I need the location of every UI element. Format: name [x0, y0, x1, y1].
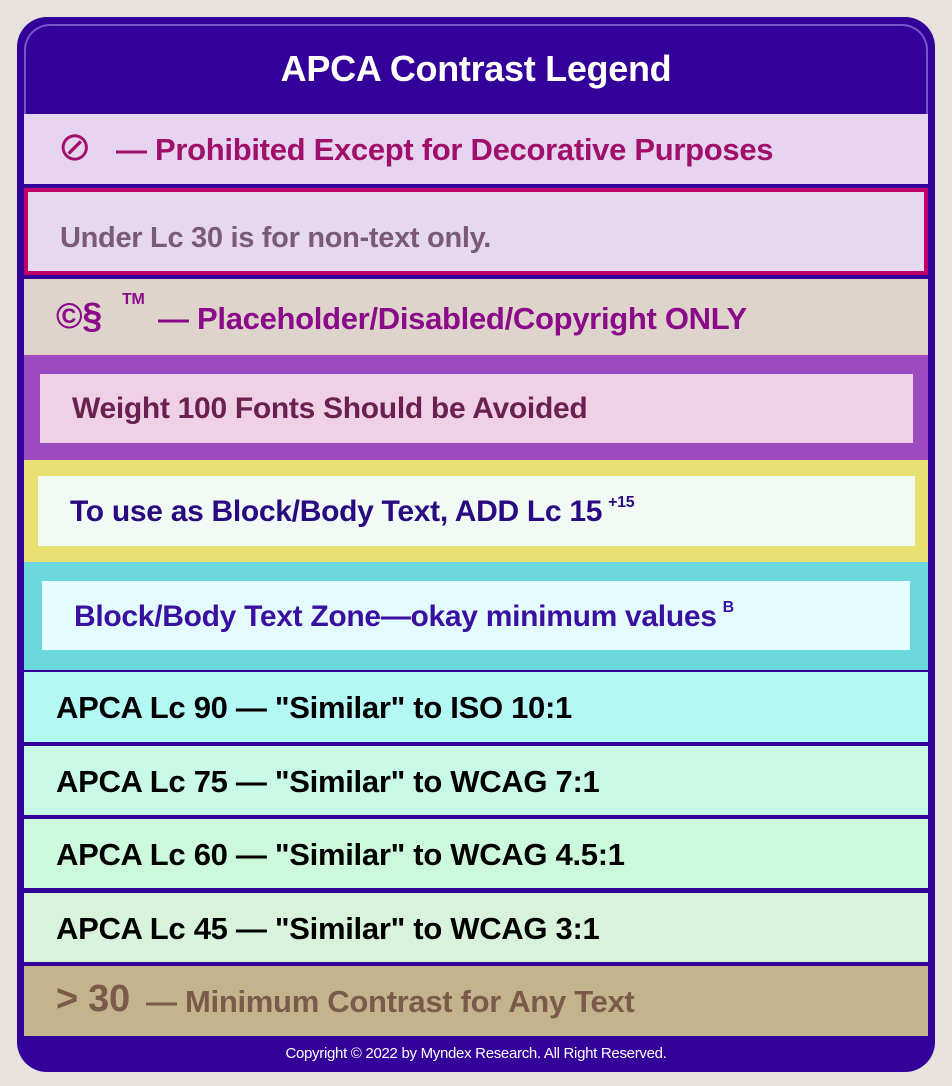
lc-45-text: APCA Lc 45 — "Similar" to WCAG 3:1 — [56, 911, 600, 946]
lc-60-text: APCA Lc 60 — "Similar" to WCAG 4.5:1 — [56, 837, 625, 872]
prohibited-text: — Prohibited Except for Decorative Purpo… — [116, 132, 774, 167]
min-30-text: — Minimum Contrast for Any Text — [146, 984, 635, 1019]
row-weight-100: Weight 100 Fonts Should be Avoided — [24, 355, 928, 460]
weight-100-text: Weight 100 Fonts Should be Avoided — [72, 392, 588, 425]
add-15-box: To use as Block/Body Text, ADD Lc 15 +15 — [38, 476, 915, 546]
lc-90-text: APCA Lc 90 — "Similar" to ISO 10:1 — [56, 690, 572, 725]
prohibited-icon: ⊘ — [58, 125, 92, 169]
weight-100-box: Weight 100 Fonts Should be Avoided — [40, 374, 913, 443]
placeholder-text: — Placeholder/Disabled/Copyright ONLY — [158, 301, 747, 336]
copyright-footer: Copyright © 2022 by Myndex Research. All… — [285, 1045, 667, 1062]
min-30-value: > 30 — [56, 978, 130, 1020]
row-placeholder: ©§ TM — Placeholder/Disabled/Copyright O… — [24, 279, 928, 355]
row-lc-45: APCA Lc 45 — "Similar" to WCAG 3:1 — [24, 893, 928, 962]
copyright-section-icon: ©§ — [56, 295, 102, 336]
add-15-sup: +15 — [608, 494, 635, 511]
row-lc-60: APCA Lc 60 — "Similar" to WCAG 4.5:1 — [24, 819, 928, 888]
under-30-text: Under Lc 30 is for non-text only. — [60, 222, 492, 254]
body-zone-text: Block/Body Text Zone—okay minimum values — [74, 600, 717, 633]
row-body-zone: Block/Body Text Zone—okay minimum values… — [24, 562, 928, 670]
row-add-15: To use as Block/Body Text, ADD Lc 15 +15 — [24, 460, 928, 562]
body-zone-box: Block/Body Text Zone—okay minimum values… — [42, 581, 910, 650]
row-lc-90: APCA Lc 90 — "Similar" to ISO 10:1 — [24, 672, 928, 742]
row-under-30: Under Lc 30 is for non-text only. — [24, 188, 928, 275]
row-min-30: > 30 — Minimum Contrast for Any Text — [24, 966, 928, 1036]
body-zone-sup: B — [722, 599, 735, 616]
trademark-icon: TM — [122, 291, 145, 308]
add-15-text: To use as Block/Body Text, ADD Lc 15 — [70, 495, 603, 528]
lc-75-text: APCA Lc 75 — "Similar" to WCAG 7:1 — [56, 764, 600, 799]
page-title: APCA Contrast Legend — [280, 48, 672, 89]
row-lc-75: APCA Lc 75 — "Similar" to WCAG 7:1 — [24, 746, 928, 815]
row-prohibited: ⊘ — Prohibited Except for Decorative Pur… — [24, 114, 928, 184]
